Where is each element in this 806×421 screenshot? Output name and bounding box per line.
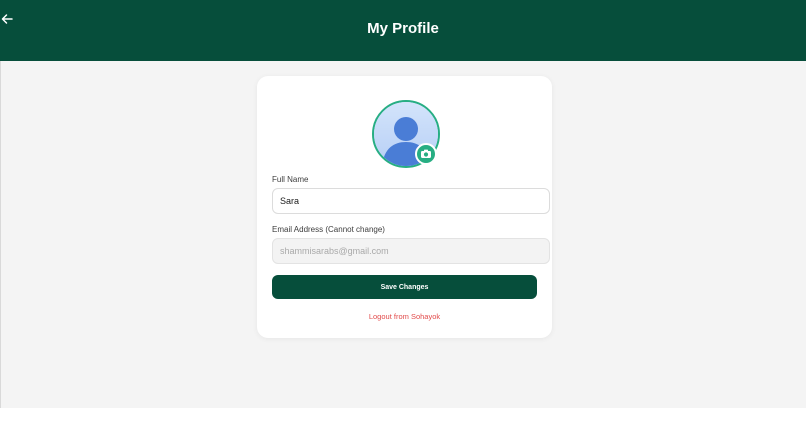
save-changes-button[interactable]: Save Changes	[272, 275, 537, 299]
logout-link[interactable]: Logout from Sohayok	[257, 312, 552, 321]
full-name-label: Full Name	[272, 175, 309, 184]
email-label: Email Address (Cannot change)	[272, 225, 385, 234]
page-title: My Profile	[367, 20, 439, 37]
profile-card: Full Name Email Address (Cannot change) …	[257, 76, 552, 338]
full-name-input[interactable]	[272, 188, 550, 214]
camera-icon[interactable]	[415, 143, 437, 165]
email-field	[272, 238, 550, 264]
app-header: My Profile	[0, 0, 806, 61]
